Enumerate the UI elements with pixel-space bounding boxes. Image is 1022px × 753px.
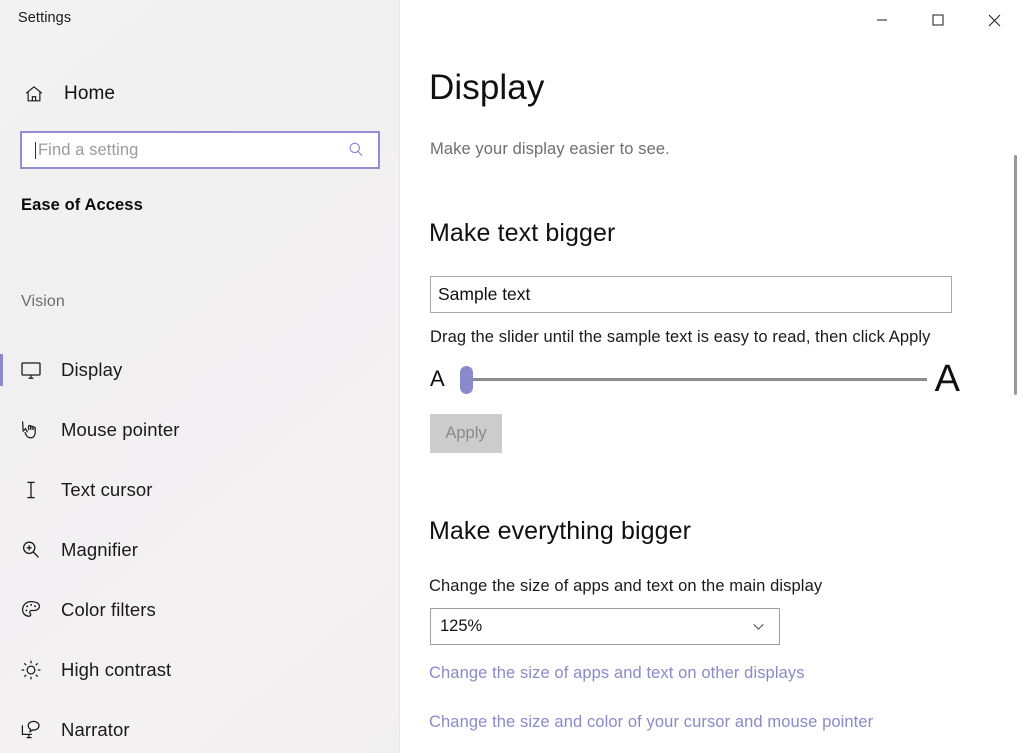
main-content: Display Make your display easier to see.…: [400, 0, 1022, 753]
scrollbar-thumb[interactable]: [1014, 155, 1017, 395]
sidebar-item-high-contrast-label: High contrast: [61, 659, 172, 680]
sidebar-group-heading: Vision: [21, 293, 65, 310]
sidebar-item-display[interactable]: Display: [0, 340, 400, 400]
search-input[interactable]: Find a setting: [20, 131, 380, 169]
search-placeholder: Find a setting: [38, 140, 139, 159]
link-other-displays[interactable]: Change the size of apps and text on othe…: [429, 664, 805, 683]
sidebar-item-text-cursor-label: Text cursor: [61, 479, 153, 500]
sidebar-item-display-label: Display: [61, 359, 123, 380]
sidebar-item-magnifier[interactable]: Magnifier: [0, 520, 400, 580]
make-everything-bigger-heading: Make everything bigger: [429, 517, 692, 545]
slider-track-wrap[interactable]: [452, 358, 927, 400]
text-size-slider[interactable]: A A: [430, 356, 960, 402]
sidebar-item-color-filters-label: Color filters: [61, 599, 156, 620]
maximize-button[interactable]: [910, 0, 966, 40]
sidebar-item-mouse-pointer[interactable]: Mouse pointer: [0, 400, 400, 460]
sample-text-value: Sample text: [438, 284, 531, 304]
sample-text-preview: Sample text: [430, 276, 952, 313]
sidebar-item-text-cursor[interactable]: Text cursor: [0, 460, 400, 520]
slider-track[interactable]: [464, 377, 927, 381]
sidebar-item-home-label: Home: [64, 83, 116, 104]
slider-hint: Drag the slider until the sample text is…: [430, 328, 931, 346]
sidebar-item-magnifier-label: Magnifier: [61, 539, 138, 560]
sidebar-item-narrator-label: Narrator: [61, 719, 130, 740]
sidebar: Settings Home Find a setting Ease of Acc…: [0, 0, 400, 753]
page-subtitle: Make your display easier to see.: [430, 140, 670, 158]
monitor-icon: [18, 357, 44, 383]
sidebar-nav: Display Mouse pointer Text cursor Magnif…: [0, 340, 400, 753]
page-title: Display: [429, 68, 545, 107]
sidebar-item-mouse-pointer-label: Mouse pointer: [61, 419, 180, 440]
magnifier-icon: [18, 537, 44, 563]
scale-dropdown-value: 125%: [440, 617, 483, 635]
slider-min-label: A: [430, 366, 445, 391]
search-icon[interactable]: [346, 140, 366, 160]
palette-icon: [18, 597, 44, 623]
sidebar-item-color-filters[interactable]: Color filters: [0, 580, 400, 640]
chevron-down-icon: [750, 618, 767, 635]
slider-thumb[interactable]: [459, 366, 473, 394]
minimize-button[interactable]: [854, 0, 910, 40]
scale-field-label: Change the size of apps and text on the …: [429, 577, 823, 595]
close-button[interactable]: [966, 0, 1022, 40]
home-icon: [21, 81, 47, 107]
apply-button[interactable]: Apply: [430, 414, 502, 453]
sidebar-item-narrator[interactable]: Narrator: [0, 700, 400, 753]
window-controls: [854, 0, 1022, 40]
scale-dropdown[interactable]: 125%: [430, 608, 780, 645]
sidebar-item-home[interactable]: Home: [10, 74, 390, 114]
settings-window: Settings Home Find a setting Ease of Acc…: [0, 0, 1022, 753]
link-cursor-size-color[interactable]: Change the size and color of your cursor…: [429, 713, 873, 732]
sidebar-item-high-contrast[interactable]: High contrast: [0, 640, 400, 700]
page-category: Ease of Access: [21, 196, 143, 214]
window-title: Settings: [18, 10, 72, 26]
slider-max-label: A: [934, 358, 960, 400]
text-cursor-icon: [18, 477, 44, 503]
narrator-icon: [18, 717, 44, 743]
brightness-icon: [18, 657, 44, 683]
mouse-pointer-icon: [18, 417, 44, 443]
make-text-bigger-heading: Make text bigger: [429, 219, 616, 247]
